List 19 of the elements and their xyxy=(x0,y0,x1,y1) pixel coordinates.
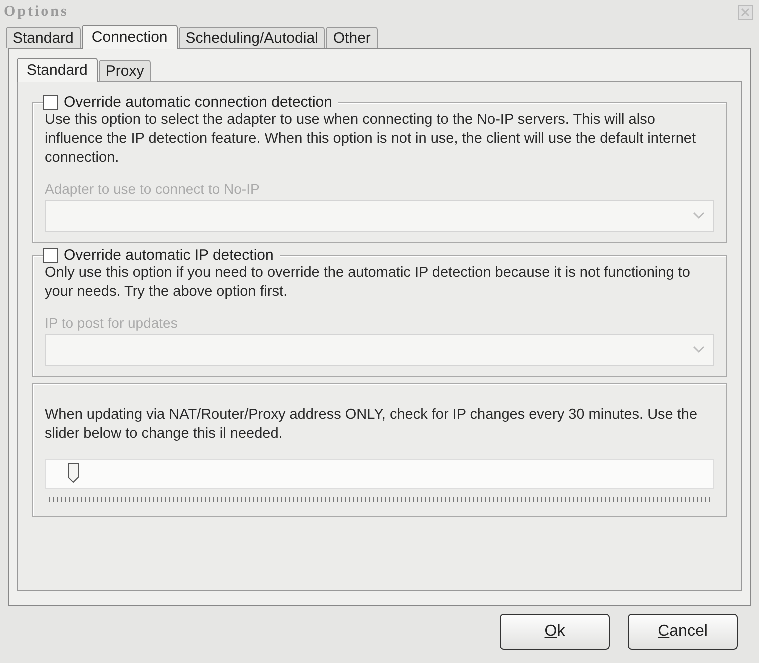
tab[interactable]: Standard xyxy=(17,58,98,82)
tab[interactable]: Proxy xyxy=(98,60,152,81)
tab[interactable]: Connection xyxy=(82,25,178,49)
window-title: Options xyxy=(4,4,69,20)
tab[interactable]: Other xyxy=(326,27,378,48)
description-text: Use this option to select the adapter to use when connecting to the No-IP servers. This will also influence the IP detection feature. When this option is not in use, the client will use the default internet connection. xyxy=(45,111,698,168)
dialog-button[interactable]: Cancel xyxy=(628,614,738,650)
description-text: When updating via NAT/Router/Proxy address ONLY, check for IP changes every 30 minutes. Use the slider below to change this il needed. xyxy=(45,406,699,444)
tab[interactable]: Standard xyxy=(6,27,81,48)
field-label: Adapter to use to connect to No-IP xyxy=(45,180,261,198)
tab[interactable]: Scheduling/Autodial xyxy=(178,27,326,48)
slider-thumb[interactable] xyxy=(68,463,79,483)
dropdown-field[interactable] xyxy=(45,200,714,232)
field-label: IP to post for updates xyxy=(45,314,179,332)
dialog-button[interactable]: Ok xyxy=(500,614,610,650)
dropdown-field[interactable] xyxy=(45,334,714,366)
chevron-down-icon xyxy=(693,346,705,354)
description-text: Only use this option if you need to override the automatic IP detection because it is not functioning to your needs. Try the above option first. xyxy=(45,264,692,302)
chevron-down-icon xyxy=(693,212,705,220)
